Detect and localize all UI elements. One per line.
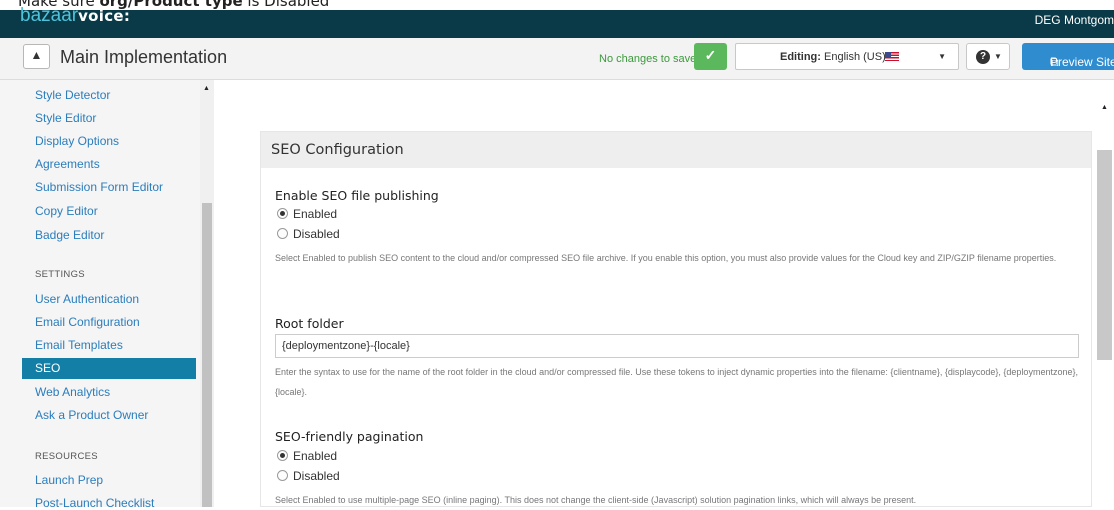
home-icon: ▲ (30, 48, 43, 62)
content-scrollbar-thumb[interactable] (1097, 150, 1112, 360)
seo-publishing-disabled-radio[interactable] (277, 228, 288, 239)
nav-email-templates[interactable]: Email Templates (35, 338, 123, 352)
help-button[interactable]: ? ▼ (966, 43, 1010, 70)
panel-header: SEO Configuration (261, 132, 1091, 168)
root-folder-help: Enter the syntax to use for the name of … (275, 367, 1078, 397)
seo-publishing-enabled-label[interactable]: Enabled (293, 207, 337, 221)
seo-configuration-panel: SEO Configuration Enable SEO file publis… (260, 131, 1092, 507)
seo-publishing-help: Select Enabled to publish SEO content to… (275, 253, 1057, 263)
pagination-disabled-radio[interactable] (277, 470, 288, 481)
seo-publishing-enabled-radio[interactable] (277, 208, 288, 219)
preview-site-button[interactable]: ⧉ Preview Site (1022, 43, 1114, 70)
pagination-enabled-label[interactable]: Enabled (293, 449, 337, 463)
resources-heading: RESOURCES (35, 451, 98, 462)
check-icon: ✓ (704, 47, 717, 63)
pagination-enabled-radio[interactable] (277, 450, 288, 461)
nav-seo[interactable]: SEO (22, 358, 196, 379)
pagination-help: Select Enabled to use multiple-page SEO … (275, 495, 917, 505)
nav-badge-editor[interactable]: Badge Editor (35, 228, 104, 242)
question-icon: ? (976, 50, 990, 64)
nav-email-configuration[interactable]: Email Configuration (35, 315, 140, 329)
page-title: Main Implementation (60, 47, 228, 67)
nav-ask-a-product-owner[interactable]: Ask a Product Owner (35, 408, 148, 422)
us-flag-icon (885, 52, 899, 61)
locale-select[interactable]: Editing: English (US) ▼ (735, 43, 959, 70)
nav-user-authentication[interactable]: User Authentication (35, 292, 139, 306)
page-header: ▲ Main Implementation No changes to save… (0, 38, 1114, 80)
caret-down-icon: ▼ (938, 52, 946, 61)
nav-web-analytics[interactable]: Web Analytics (35, 385, 110, 399)
top-bar: bazaarvoice: DEG Montgom (0, 5, 1114, 38)
sidebar-scrollbar-thumb[interactable] (202, 203, 212, 507)
nav-copy-editor[interactable]: Copy Editor (35, 204, 98, 218)
panel-title: SEO Configuration (271, 142, 404, 158)
nav-submission-form-editor[interactable]: Submission Form Editor (35, 180, 163, 194)
nav-style-editor[interactable]: Style Editor (35, 111, 96, 125)
seo-publishing-disabled-label[interactable]: Disabled (293, 227, 340, 241)
scroll-up-icon[interactable]: ▲ (1101, 104, 1108, 111)
user-menu[interactable]: DEG Montgom (1035, 13, 1114, 27)
caret-down-icon: ▼ (994, 52, 1002, 61)
save-status: No changes to save (599, 53, 697, 65)
home-button[interactable]: ▲ (23, 44, 50, 69)
bazaarvoice-logo[interactable]: bazaarvoice: (20, 5, 130, 27)
pagination-label: SEO-friendly pagination (275, 429, 424, 444)
instruction-banner: Make sure org/Product type is Disabled (0, 0, 1114, 10)
main-content: ▲ SEO Configuration Enable SEO file publ… (238, 80, 1114, 507)
root-folder-input[interactable] (275, 334, 1079, 358)
nav-agreements[interactable]: Agreements (35, 157, 100, 171)
nav-display-options[interactable]: Display Options (35, 134, 119, 148)
nav-post-launch-checklist[interactable]: Post-Launch Checklist (35, 496, 154, 507)
settings-heading: SETTINGS (35, 269, 85, 280)
scroll-up-icon[interactable]: ▲ (203, 85, 210, 92)
nav-style-detector[interactable]: Style Detector (35, 88, 110, 102)
nav-launch-prep[interactable]: Launch Prep (35, 473, 103, 487)
sidebar: Style Detector Style Editor Display Opti… (0, 80, 214, 507)
save-button[interactable]: ✓ (694, 43, 727, 70)
seo-publishing-label: Enable SEO file publishing (275, 188, 439, 203)
pagination-disabled-label[interactable]: Disabled (293, 469, 340, 483)
root-folder-label: Root folder (275, 316, 344, 331)
root-folder-field[interactable] (276, 335, 1078, 357)
